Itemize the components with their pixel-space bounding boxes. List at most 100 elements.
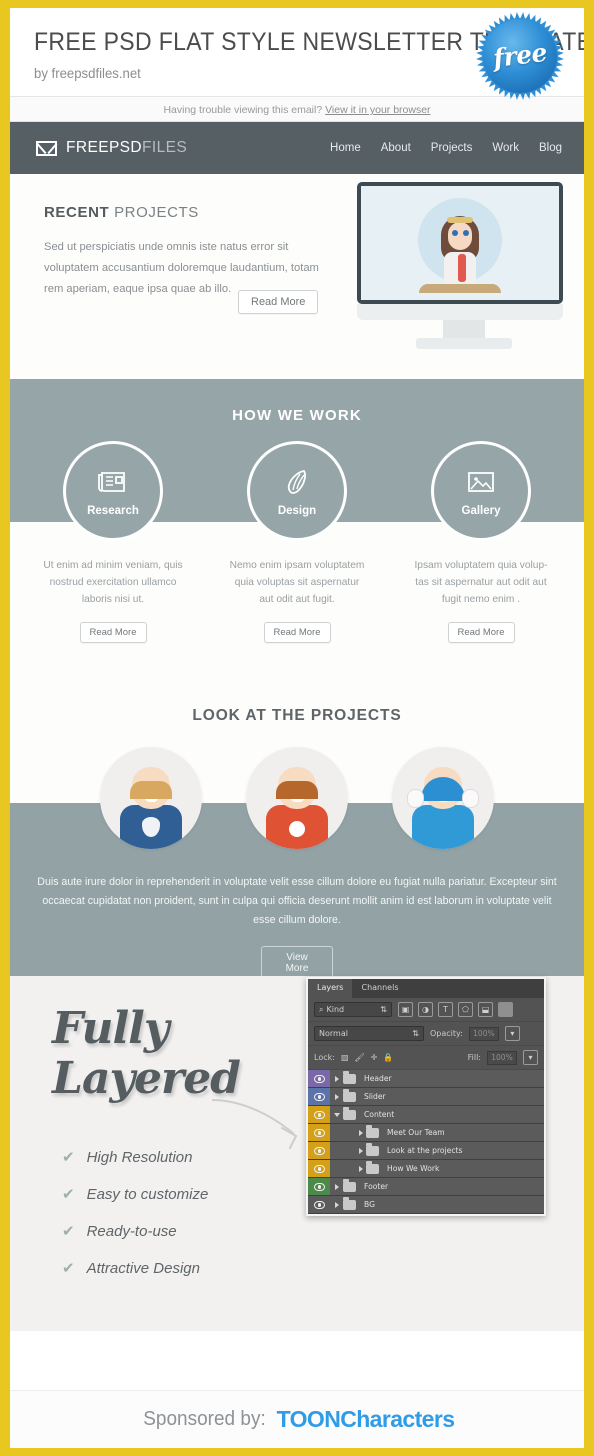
lock-transparency-icon[interactable]: ▨ (341, 1053, 349, 1062)
chevron-right-icon[interactable] (330, 1147, 366, 1154)
layer-visibility-toggle[interactable] (308, 1088, 330, 1105)
layer-row[interactable]: Slider (308, 1088, 544, 1106)
layer-visibility-toggle[interactable] (308, 1178, 330, 1195)
tooncharacters-logo[interactable]: TOONCharacters (277, 1406, 455, 1433)
look-at-projects-heading: LOOK AT THE PROJECTS (192, 707, 402, 724)
chevron-down-icon[interactable] (330, 1112, 343, 1117)
monitor-neck (442, 320, 485, 338)
envelope-icon (36, 140, 57, 156)
panel-tabs: Layers Channels (308, 979, 544, 998)
fill-label: Fill: (467, 1053, 481, 1062)
research-circle[interactable]: Research (63, 441, 163, 541)
gallery-circle[interactable]: Gallery (431, 441, 531, 541)
layer-row[interactable]: Content (308, 1106, 544, 1124)
lock-label: Lock: (314, 1053, 335, 1062)
folder-icon (366, 1125, 379, 1138)
folder-icon (343, 1179, 356, 1192)
look-at-projects-body: Duis aute irure dolor in reprehenderit i… (37, 876, 557, 926)
research-body: Ut enim ad minim veniam, quis nostrud ex… (43, 560, 183, 605)
tab-layers[interactable]: Layers (308, 979, 353, 998)
opacity-value[interactable]: 100% (468, 1026, 499, 1041)
brand-logo[interactable]: FREEPSDFILES (36, 139, 187, 157)
smart-object-icon[interactable]: ⬓ (478, 1002, 493, 1017)
layer-name: BG (364, 1200, 375, 1209)
nav-links: Home About Projects Work Blog (330, 142, 562, 154)
how-item-design: Design Nemo enim ipsam voluptatem quia v… (227, 441, 367, 643)
layer-row[interactable]: Header (308, 1070, 544, 1088)
monitor-base (415, 338, 512, 349)
layer-name: Slider (364, 1092, 386, 1101)
layer-row[interactable]: BG (308, 1196, 544, 1214)
chevron-right-icon[interactable] (330, 1093, 343, 1100)
nav-item-projects[interactable]: Projects (431, 142, 473, 154)
folder-icon (366, 1161, 379, 1174)
layer-visibility-toggle[interactable] (308, 1124, 330, 1141)
layer-visibility-toggle[interactable] (308, 1196, 330, 1213)
layer-row[interactable]: Meet Our Team (308, 1124, 544, 1142)
fully-layered-section: Fully Layered ✔ High Resolution ✔ Easy t… (10, 976, 584, 1331)
newsletter-page: FREE PSD FLAT STYLE NEWSLETTER TEMPLATE … (0, 0, 594, 1456)
layer-row[interactable]: Look at the projects (308, 1142, 544, 1160)
pen-nib-icon (284, 465, 310, 499)
yellow-hero-avatar[interactable] (392, 747, 494, 849)
view-more-button[interactable]: View More (261, 946, 333, 980)
view-in-browser-link[interactable]: View it in your browser (325, 104, 430, 116)
gradient-icon[interactable] (498, 1002, 513, 1017)
layer-row[interactable]: Footer (308, 1178, 544, 1196)
chevron-right-icon[interactable] (330, 1201, 343, 1208)
shape-icon[interactable]: ⬠ (458, 1002, 473, 1017)
blue-hero-avatar[interactable] (100, 747, 202, 849)
type-icon[interactable]: T (438, 1002, 453, 1017)
search-icon: ⌕ (319, 1004, 324, 1014)
nav-item-home[interactable]: Home (330, 142, 361, 154)
opacity-slider-arrow-icon[interactable]: ▾ (504, 1026, 520, 1041)
tab-channels[interactable]: Channels (352, 979, 407, 998)
layer-visibility-toggle[interactable] (308, 1070, 330, 1087)
research-label: Research (87, 505, 139, 517)
lock-row: Lock: ▨ 🖌 ✛ 🔒 Fill: 100% ▾ (308, 1046, 544, 1070)
nav-item-work[interactable]: Work (492, 142, 519, 154)
layer-name: Meet Our Team (387, 1128, 445, 1137)
how-we-work-heading: HOW WE WORK (232, 407, 362, 424)
filter-kind-select[interactable]: ⌕ Kind ⇅ (314, 1002, 392, 1017)
chevron-right-icon[interactable] (330, 1183, 343, 1190)
nav-item-about[interactable]: About (381, 142, 411, 154)
layer-name: Content (364, 1110, 395, 1119)
fill-slider-arrow-icon[interactable]: ▾ (523, 1050, 538, 1065)
project-avatars (10, 747, 584, 849)
check-icon: ✔ (62, 1260, 75, 1277)
gallery-body: Ipsam voluptatem quia volup-tas sit aspe… (414, 560, 548, 605)
red-hero-avatar[interactable] (246, 747, 348, 849)
layer-row[interactable]: How We Work (308, 1160, 544, 1178)
blend-mode-select[interactable]: Normal ⇅ (314, 1026, 424, 1041)
gallery-read-more-button[interactable]: Read More (447, 622, 515, 643)
layer-visibility-toggle[interactable] (308, 1142, 330, 1159)
adjustment-icon[interactable]: ◑ (418, 1002, 433, 1017)
lock-all-icon[interactable]: 🔒 (383, 1053, 393, 1062)
page-title: FREE PSD FLAT STYLE NEWSLETTER TEMPLATE (34, 28, 584, 56)
lock-position-icon[interactable]: ✛ (371, 1053, 378, 1062)
fill-value[interactable]: 100% (487, 1050, 517, 1065)
lock-image-icon[interactable]: 🖌 (355, 1053, 365, 1062)
research-read-more-button[interactable]: Read More (79, 622, 147, 643)
design-read-more-button[interactable]: Read More (263, 622, 331, 643)
layer-visibility-toggle[interactable] (308, 1160, 330, 1177)
navigation-bar: FREEPSDFILES Home About Projects Work Bl… (10, 122, 584, 174)
chevron-right-icon[interactable] (330, 1165, 366, 1172)
nav-item-blog[interactable]: Blog (539, 142, 562, 154)
design-circle[interactable]: Design (247, 441, 347, 541)
layer-name: Footer (364, 1182, 389, 1191)
email-sheet: FREE PSD FLAT STYLE NEWSLETTER TEMPLATE … (10, 8, 584, 1448)
monitor-illustration (357, 182, 570, 349)
blend-mode-value: Normal (319, 1029, 348, 1038)
chevron-right-icon[interactable] (330, 1129, 366, 1136)
layer-name: Header (364, 1074, 392, 1083)
recent-projects-section: RECENT PROJECTS Sed ut perspiciatis unde… (10, 174, 584, 379)
recent-read-more-button[interactable]: Read More (238, 290, 319, 314)
chevron-right-icon[interactable] (330, 1075, 343, 1082)
layer-visibility-toggle[interactable] (308, 1106, 330, 1123)
image-icon (466, 465, 496, 499)
image-icon[interactable]: ▣ (398, 1002, 413, 1017)
feature-label: Easy to customize (86, 1185, 209, 1203)
check-icon: ✔ (62, 1186, 75, 1203)
